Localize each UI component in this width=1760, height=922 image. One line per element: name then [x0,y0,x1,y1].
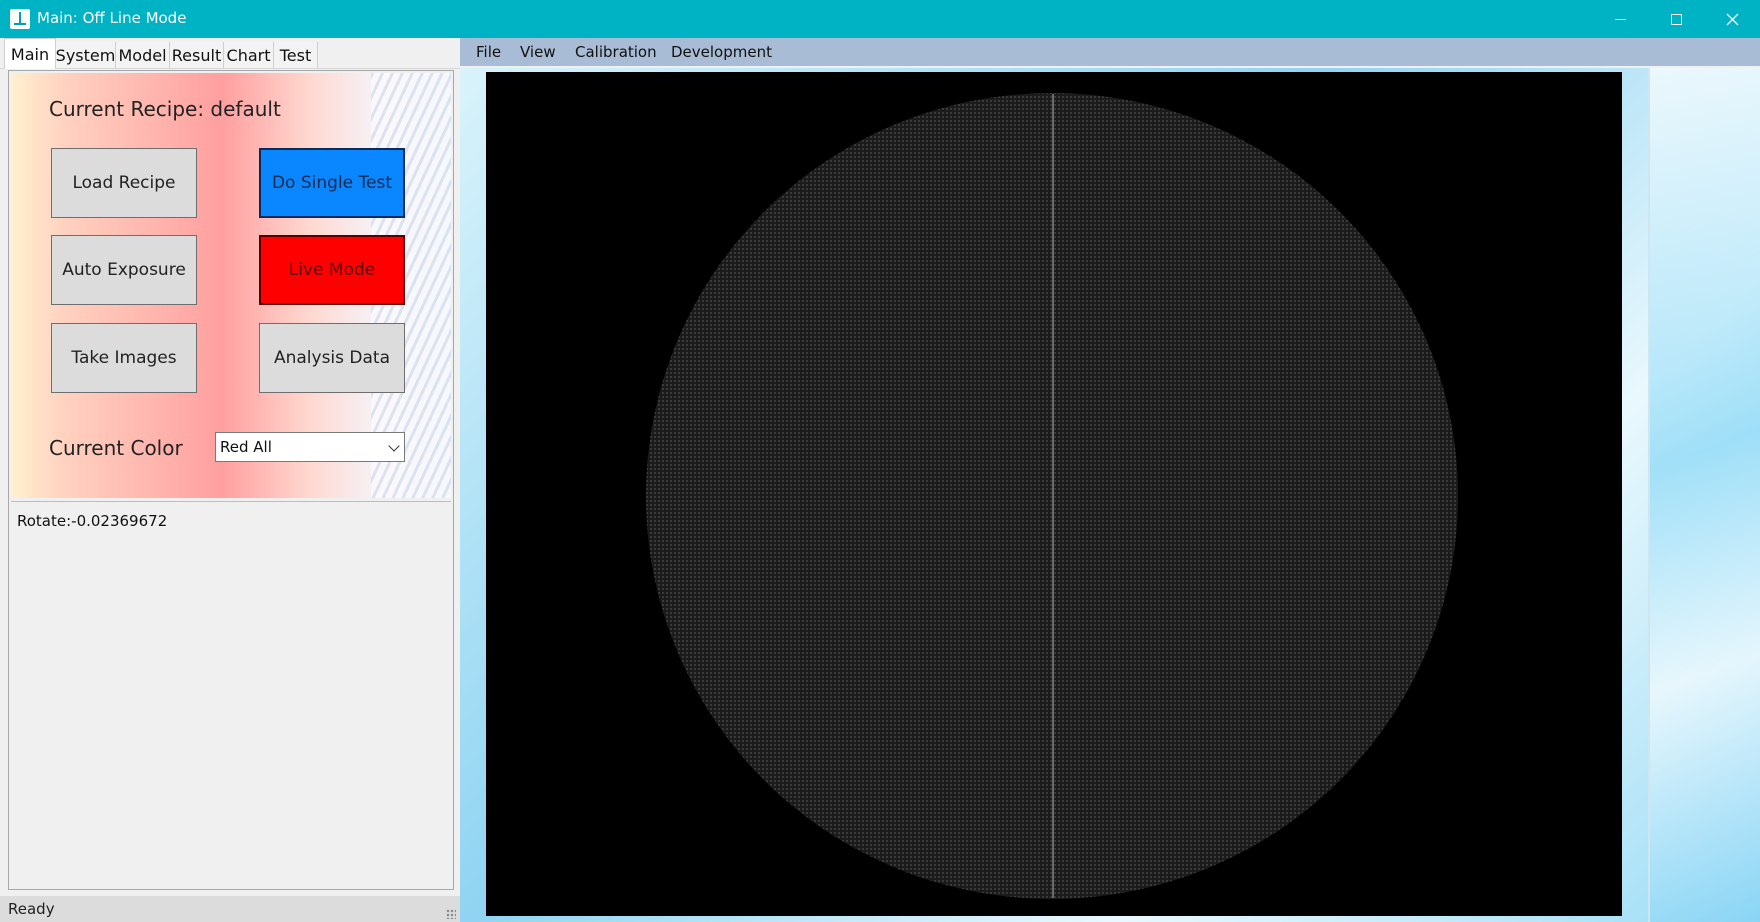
title-bar: Main: Off Line Mode [0,0,1760,38]
tab-strip: Main System Model Result Chart Test [0,38,460,69]
image-frame [460,68,1760,922]
status-text: Ready [8,900,55,918]
main-tab-panel: Current Recipe: default Load Recipe Do S… [8,70,454,890]
maximize-button[interactable] [1648,0,1704,38]
menu-view[interactable]: View [520,43,556,61]
window-title: Main: Off Line Mode [37,9,187,27]
current-color-value: Red All [220,438,272,456]
app-icon [10,9,30,29]
menu-bar: File View Calibration Development [460,38,1760,66]
tab-model[interactable]: Model [116,42,170,68]
tab-main[interactable]: Main [4,38,56,69]
auto-exposure-button[interactable]: Auto Exposure [51,235,197,305]
do-single-test-button[interactable]: Do Single Test [259,148,405,218]
status-bar: Ready [0,896,460,922]
image-viewer[interactable] [486,72,1622,916]
menu-calibration[interactable]: Calibration [575,43,657,61]
take-images-button[interactable]: Take Images [51,323,197,393]
menu-file[interactable]: File [476,43,501,61]
tab-chart[interactable]: Chart [224,42,274,68]
current-color-select[interactable]: Red All [215,432,405,462]
current-recipe-label: Current Recipe: default [49,97,281,121]
log-text: Rotate:-0.02369672 [17,512,168,530]
control-area: Current Recipe: default Load Recipe Do S… [11,73,451,498]
tab-result[interactable]: Result [170,42,224,68]
analysis-data-button[interactable]: Analysis Data [259,323,405,393]
load-recipe-button[interactable]: Load Recipe [51,148,197,218]
close-button[interactable] [1704,0,1760,38]
log-textbox[interactable]: Rotate:-0.02369672 [11,501,451,888]
menu-development[interactable]: Development [671,43,772,61]
close-icon [1726,13,1738,25]
minimize-icon [1614,18,1626,20]
right-decoration [1650,68,1760,922]
maximize-icon [1670,13,1682,25]
tab-test[interactable]: Test [274,42,318,68]
current-color-label: Current Color [49,436,183,460]
wafer-image [486,72,1622,916]
resize-grip-icon[interactable] [446,909,456,919]
chevron-down-icon [388,440,400,452]
tab-system[interactable]: System [56,42,116,68]
minimize-button[interactable] [1592,0,1648,38]
live-mode-button[interactable]: Live Mode [259,235,405,305]
